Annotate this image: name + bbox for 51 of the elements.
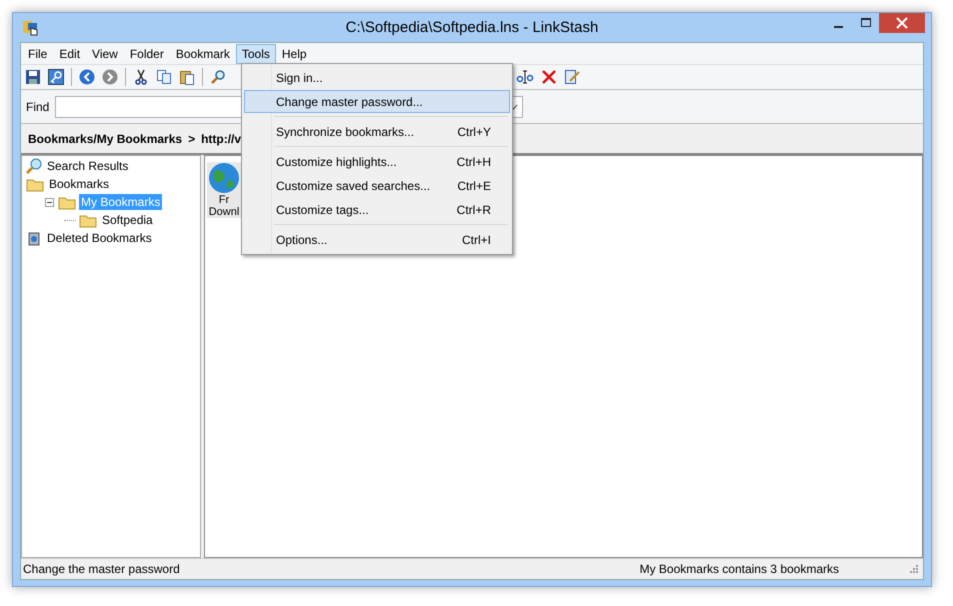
search-icon[interactable] — [210, 69, 226, 85]
tree-item[interactable]: Softpedia — [100, 212, 155, 228]
forward-icon[interactable] — [102, 69, 118, 85]
rename-icon[interactable] — [516, 69, 534, 85]
menu-option[interactable]: Change master password... — [244, 90, 510, 113]
menu-item[interactable]: Bookmark — [170, 44, 236, 64]
breadcrumb-separator: > — [188, 132, 196, 146]
save-icon[interactable] — [25, 69, 41, 85]
copy-icon[interactable] — [156, 69, 172, 85]
menu-item[interactable]: Edit — [53, 44, 86, 64]
magnifier-icon — [26, 158, 42, 174]
menu-option[interactable]: Synchronize bookmarks... Ctrl+Y — [244, 120, 510, 143]
menu-option[interactable]: Options... Ctrl+I — [244, 228, 510, 251]
folder-icon — [79, 212, 97, 228]
key-icon[interactable] — [48, 69, 64, 85]
bookmark-tile[interactable]: Fr Downl — [207, 162, 241, 218]
cut-icon[interactable] — [133, 69, 149, 85]
menu-item[interactable]: Help — [276, 44, 313, 64]
bookmark-title: Fr — [218, 194, 230, 206]
edit-icon[interactable] — [564, 69, 580, 85]
folder-icon — [58, 194, 76, 210]
menu-option[interactable]: Customize saved searches... Ctrl+E — [244, 174, 510, 197]
collapse-icon[interactable] — [45, 198, 54, 206]
paste-icon[interactable] — [179, 69, 195, 85]
menu-option[interactable]: Customize tags... Ctrl+R — [244, 198, 510, 221]
close-button[interactable] — [879, 13, 925, 33]
close-icon — [896, 17, 908, 29]
resize-grip-icon[interactable] — [909, 564, 919, 574]
maximize-icon — [860, 18, 870, 28]
back-icon[interactable] — [79, 69, 95, 85]
menu-item[interactable]: Tools — [236, 44, 276, 64]
menu-item[interactable]: File — [22, 44, 54, 64]
tree-item[interactable]: Bookmarks — [47, 176, 112, 192]
breadcrumb-path: Bookmarks/My Bookmarks — [28, 132, 182, 146]
tree-item[interactable]: Deleted Bookmarks — [45, 230, 154, 246]
app-icon — [22, 18, 40, 36]
minimize-icon — [834, 26, 843, 28]
folder-icon — [26, 176, 44, 192]
menu-option[interactable]: Customize highlights... Ctrl+H — [244, 150, 510, 173]
menu-item[interactable]: View — [86, 44, 124, 64]
globe-icon — [208, 162, 240, 194]
delete-icon[interactable] — [541, 69, 557, 85]
bookmark-title: Downl — [208, 206, 240, 218]
tree-item[interactable]: Search Results — [45, 158, 130, 174]
trash-icon — [26, 230, 42, 246]
window-title: C:\Softpedia\Softpedia.lns - LinkStash — [346, 19, 598, 36]
find-label: Find — [26, 100, 50, 114]
menu-item[interactable]: Folder — [124, 44, 170, 64]
status-text: Change the master password — [23, 562, 180, 576]
breadcrumb-url: http://v — [201, 132, 242, 146]
status-text: My Bookmarks contains 3 bookmarks — [640, 562, 839, 576]
